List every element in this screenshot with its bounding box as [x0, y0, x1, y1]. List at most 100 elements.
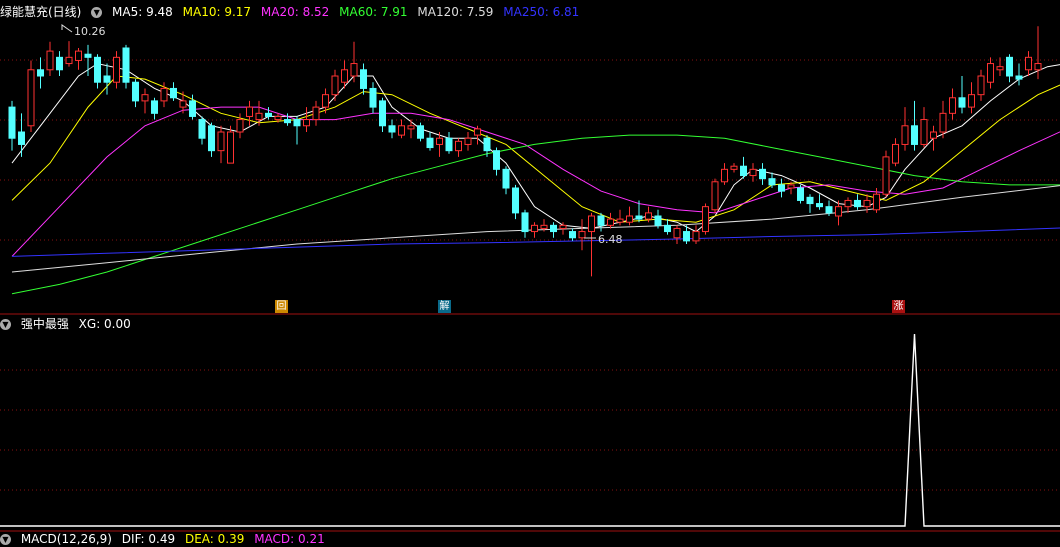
- candle: [702, 203, 709, 235]
- candle: [749, 163, 757, 182]
- ma120-value: MA120: 7.59: [417, 5, 494, 19]
- candle-body: [616, 218, 624, 223]
- candle: [360, 63, 367, 95]
- candle-body: [825, 206, 833, 214]
- candle-body: [977, 75, 985, 96]
- candle: [18, 113, 25, 157]
- candle: [531, 222, 538, 238]
- candle: [987, 57, 994, 89]
- candle: [417, 122, 424, 142]
- candle-body: [806, 196, 814, 205]
- candle: [56, 51, 63, 76]
- ma10-value: MA10: 9.17: [182, 5, 252, 19]
- candle-body: [265, 112, 272, 117]
- marker-hui[interactable]: 回: [275, 300, 288, 313]
- candle-body: [996, 66, 1004, 71]
- candle-body: [892, 143, 899, 164]
- ma-line-ma60: [11, 134, 1060, 295]
- macd-dea: DEA: 0.39: [184, 532, 245, 546]
- candle-body: [360, 69, 367, 89]
- candle: [569, 228, 576, 241]
- candles: [8, 26, 1042, 277]
- chevron-down-icon[interactable]: ▼: [0, 319, 11, 330]
- candle-body: [208, 125, 215, 152]
- candle-body: [388, 125, 396, 133]
- candle-body: [493, 150, 500, 170]
- candle-body: [692, 231, 700, 242]
- candle: [407, 119, 415, 139]
- candle-body: [949, 97, 956, 114]
- candle-body: [1015, 75, 1023, 80]
- candle-body: [113, 56, 120, 83]
- candle: [512, 184, 519, 220]
- candle-body: [27, 69, 35, 127]
- candle-body: [844, 199, 852, 208]
- candle: [911, 100, 918, 151]
- candle: [721, 163, 728, 185]
- candle-body: [721, 168, 728, 183]
- candle-body: [350, 63, 358, 77]
- candle-body: [436, 137, 443, 145]
- candle: [1006, 54, 1013, 83]
- candle-body: [740, 165, 747, 177]
- price-annotations: 10.26 6.48: [61, 24, 623, 246]
- high-arrow-icon: [61, 24, 73, 33]
- candle: [502, 166, 510, 195]
- candle: [806, 194, 814, 213]
- chevron-down-icon[interactable]: ▼: [91, 7, 103, 18]
- candle: [151, 97, 158, 120]
- candle-body: [987, 63, 994, 83]
- candle: [8, 100, 16, 151]
- chart-canvas: 10.26 6.48: [0, 24, 1060, 532]
- candle: [1015, 63, 1023, 86]
- candle-body: [236, 119, 244, 133]
- candle: [968, 82, 975, 114]
- candle-body: [920, 119, 928, 145]
- candle-body: [901, 125, 909, 145]
- candle-body: [607, 218, 614, 226]
- candle: [626, 206, 633, 226]
- candle-body: [341, 69, 348, 83]
- candle-body: [179, 100, 187, 108]
- candle-body: [189, 100, 196, 117]
- candle-body: [673, 227, 681, 239]
- indicator-legend: ▼ 强中最强 XG: 0.00: [0, 316, 137, 332]
- candle-body: [654, 215, 662, 226]
- candle-body: [474, 128, 481, 136]
- candle: [930, 125, 937, 151]
- candle-body: [939, 112, 947, 133]
- candle-body: [635, 215, 643, 220]
- candle: [816, 194, 823, 210]
- candle: [113, 51, 120, 89]
- candle: [797, 184, 804, 204]
- candle: [284, 113, 291, 126]
- candle-body: [759, 168, 766, 180]
- candle-body: [417, 125, 424, 139]
- candle-body: [426, 137, 434, 149]
- candle: [521, 209, 529, 238]
- candle-body: [816, 203, 823, 208]
- candle-body: [322, 94, 329, 108]
- candle: [445, 132, 453, 154]
- candle-body: [1025, 56, 1032, 71]
- candle: [892, 138, 899, 167]
- marker-zhang[interactable]: 涨: [892, 300, 905, 313]
- candle-body: [151, 100, 158, 114]
- candle-body: [122, 47, 130, 83]
- candle-body: [312, 106, 320, 121]
- candle: [778, 178, 785, 198]
- candle: [711, 178, 719, 213]
- candle-body: [873, 193, 880, 211]
- candle-body: [1034, 63, 1042, 71]
- candle-body: [711, 181, 719, 211]
- candle-body: [768, 178, 776, 186]
- stock-name: 绿能慧充(日线): [0, 5, 82, 19]
- macd-title: MACD(12,26,9): [20, 532, 112, 546]
- candle-body: [882, 156, 890, 195]
- candle: [759, 163, 766, 185]
- marker-jie[interactable]: 解: [438, 300, 451, 313]
- candle: [141, 88, 149, 114]
- candle: [426, 132, 434, 151]
- candle: [977, 69, 985, 101]
- xg-value: XG: 0.00: [78, 317, 131, 331]
